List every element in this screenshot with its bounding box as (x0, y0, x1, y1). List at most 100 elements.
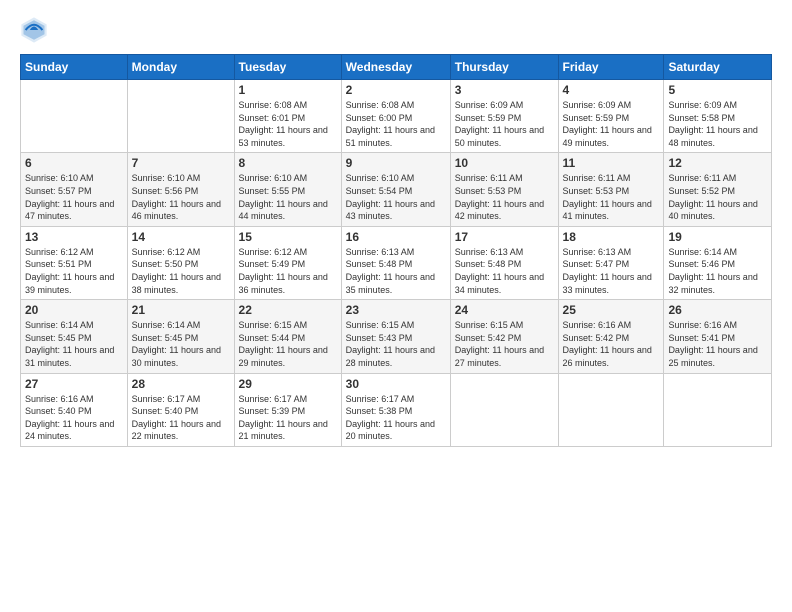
day-cell: 26Sunrise: 6:16 AM Sunset: 5:41 PM Dayli… (664, 300, 772, 373)
day-info: Sunrise: 6:12 AM Sunset: 5:49 PM Dayligh… (239, 246, 337, 296)
day-info: Sunrise: 6:10 AM Sunset: 5:57 PM Dayligh… (25, 172, 123, 222)
day-cell (450, 373, 558, 446)
header (20, 16, 772, 44)
day-info: Sunrise: 6:15 AM Sunset: 5:42 PM Dayligh… (455, 319, 554, 369)
day-info: Sunrise: 6:10 AM Sunset: 5:56 PM Dayligh… (132, 172, 230, 222)
day-number: 10 (455, 156, 554, 170)
day-number: 9 (346, 156, 446, 170)
day-number: 8 (239, 156, 337, 170)
weekday-header-row: SundayMondayTuesdayWednesdayThursdayFrid… (21, 55, 772, 80)
day-cell: 17 Sunrise: 6:13 AM Sunset: 5:48 PM Dayli… (450, 226, 558, 299)
day-cell (664, 373, 772, 446)
weekday-sunday: Sunday (21, 55, 128, 80)
calendar: SundayMondayTuesdayWednesdayThursdayFrid… (20, 54, 772, 447)
weekday-friday: Friday (558, 55, 664, 80)
day-cell: 11 Sunrise: 6:11 AM Sunset: 5:53 PM Dayli… (558, 153, 664, 226)
day-number: 3 (455, 83, 554, 97)
day-number: 28 (132, 377, 230, 391)
day-info: Sunrise: 6:17 AM Sunset: 5:39 PM Dayligh… (239, 393, 337, 443)
day-info: Sunrise: 6:16 AM Sunset: 5:42 PM Dayligh… (563, 319, 660, 369)
day-cell: 20 Sunrise: 6:14 AM Sunset: 5:45 PM Dayli… (21, 300, 128, 373)
week-row-3: 13 Sunrise: 6:12 AM Sunset: 5:51 PM Dayli… (21, 226, 772, 299)
day-info: Sunrise: 6:13 AM Sunset: 5:48 PM Dayligh… (455, 246, 554, 296)
day-info: Sunrise: 6:08 AM Sunset: 6:00 PM Dayligh… (346, 99, 446, 149)
day-info: Sunrise: 6:12 AM Sunset: 5:51 PM Dayligh… (25, 246, 123, 296)
day-cell: 21 Sunrise: 6:14 AM Sunset: 5:45 PM Dayli… (127, 300, 234, 373)
day-number: 19 (668, 230, 767, 244)
day-cell: 6 Sunrise: 6:10 AM Sunset: 5:57 PM Daylig… (21, 153, 128, 226)
weekday-monday: Monday (127, 55, 234, 80)
logo-icon (20, 16, 48, 44)
day-cell (558, 373, 664, 446)
day-number: 23 (346, 303, 446, 317)
day-cell: 12 Sunrise: 6:11 AM Sunset: 5:52 PM Dayli… (664, 153, 772, 226)
week-row-4: 20 Sunrise: 6:14 AM Sunset: 5:45 PM Dayli… (21, 300, 772, 373)
day-cell: 22 Sunrise: 6:15 AM Sunset: 5:44 PM Dayli… (234, 300, 341, 373)
day-cell: 14Sunrise: 6:12 AM Sunset: 5:50 PM Dayli… (127, 226, 234, 299)
day-info: Sunrise: 6:16 AM Sunset: 5:40 PM Dayligh… (25, 393, 123, 443)
logo (20, 16, 52, 44)
day-number: 21 (132, 303, 230, 317)
day-number: 12 (668, 156, 767, 170)
day-info: Sunrise: 6:15 AM Sunset: 5:44 PM Dayligh… (239, 319, 337, 369)
day-number: 24 (455, 303, 554, 317)
day-info: Sunrise: 6:10 AM Sunset: 5:54 PM Dayligh… (346, 172, 446, 222)
day-info: Sunrise: 6:09 AM Sunset: 5:59 PM Dayligh… (563, 99, 660, 149)
week-row-2: 6 Sunrise: 6:10 AM Sunset: 5:57 PM Daylig… (21, 153, 772, 226)
day-info: Sunrise: 6:14 AM Sunset: 5:46 PM Dayligh… (668, 246, 767, 296)
day-cell: 9 Sunrise: 6:10 AM Sunset: 5:54 PM Daylig… (341, 153, 450, 226)
day-cell: 8 Sunrise: 6:10 AM Sunset: 5:55 PM Daylig… (234, 153, 341, 226)
day-number: 30 (346, 377, 446, 391)
day-cell: 15 Sunrise: 6:12 AM Sunset: 5:49 PM Dayli… (234, 226, 341, 299)
day-info: Sunrise: 6:15 AM Sunset: 5:43 PM Dayligh… (346, 319, 446, 369)
day-cell (127, 80, 234, 153)
weekday-saturday: Saturday (664, 55, 772, 80)
day-cell: 27 Sunrise: 6:16 AM Sunset: 5:40 PM Dayli… (21, 373, 128, 446)
day-number: 4 (563, 83, 660, 97)
day-number: 27 (25, 377, 123, 391)
day-cell: 1 Sunrise: 6:08 AM Sunset: 6:01 PM Daylig… (234, 80, 341, 153)
day-number: 18 (563, 230, 660, 244)
day-info: Sunrise: 6:14 AM Sunset: 5:45 PM Dayligh… (132, 319, 230, 369)
day-number: 6 (25, 156, 123, 170)
day-cell: 25 Sunrise: 6:16 AM Sunset: 5:42 PM Dayli… (558, 300, 664, 373)
page: SundayMondayTuesdayWednesdayThursdayFrid… (0, 0, 792, 612)
day-cell: 19 Sunrise: 6:14 AM Sunset: 5:46 PM Dayli… (664, 226, 772, 299)
week-row-1: 1 Sunrise: 6:08 AM Sunset: 6:01 PM Daylig… (21, 80, 772, 153)
day-info: Sunrise: 6:10 AM Sunset: 5:55 PM Dayligh… (239, 172, 337, 222)
day-info: Sunrise: 6:11 AM Sunset: 5:53 PM Dayligh… (563, 172, 660, 222)
day-cell: 4 Sunrise: 6:09 AM Sunset: 5:59 PM Daylig… (558, 80, 664, 153)
day-number: 7 (132, 156, 230, 170)
day-info: Sunrise: 6:11 AM Sunset: 5:53 PM Dayligh… (455, 172, 554, 222)
weekday-thursday: Thursday (450, 55, 558, 80)
weekday-wednesday: Wednesday (341, 55, 450, 80)
day-number: 25 (563, 303, 660, 317)
day-info: Sunrise: 6:08 AM Sunset: 6:01 PM Dayligh… (239, 99, 337, 149)
day-info: Sunrise: 6:14 AM Sunset: 5:45 PM Dayligh… (25, 319, 123, 369)
day-number: 11 (563, 156, 660, 170)
day-number: 15 (239, 230, 337, 244)
day-cell: 10 Sunrise: 6:11 AM Sunset: 5:53 PM Dayli… (450, 153, 558, 226)
day-cell: 28Sunrise: 6:17 AM Sunset: 5:40 PM Dayli… (127, 373, 234, 446)
day-number: 2 (346, 83, 446, 97)
day-number: 16 (346, 230, 446, 244)
day-number: 17 (455, 230, 554, 244)
day-number: 13 (25, 230, 123, 244)
day-number: 5 (668, 83, 767, 97)
week-row-5: 27 Sunrise: 6:16 AM Sunset: 5:40 PM Dayli… (21, 373, 772, 446)
day-info: Sunrise: 6:12 AM Sunset: 5:50 PM Dayligh… (132, 246, 230, 296)
day-cell: 29Sunrise: 6:17 AM Sunset: 5:39 PM Dayli… (234, 373, 341, 446)
day-info: Sunrise: 6:13 AM Sunset: 5:47 PM Dayligh… (563, 246, 660, 296)
day-cell: 5Sunrise: 6:09 AM Sunset: 5:58 PM Daylig… (664, 80, 772, 153)
day-number: 22 (239, 303, 337, 317)
day-number: 1 (239, 83, 337, 97)
day-info: Sunrise: 6:16 AM Sunset: 5:41 PM Dayligh… (668, 319, 767, 369)
day-info: Sunrise: 6:11 AM Sunset: 5:52 PM Dayligh… (668, 172, 767, 222)
day-cell: 2 Sunrise: 6:08 AM Sunset: 6:00 PM Daylig… (341, 80, 450, 153)
day-info: Sunrise: 6:17 AM Sunset: 5:38 PM Dayligh… (346, 393, 446, 443)
day-info: Sunrise: 6:13 AM Sunset: 5:48 PM Dayligh… (346, 246, 446, 296)
day-cell: 16 Sunrise: 6:13 AM Sunset: 5:48 PM Dayli… (341, 226, 450, 299)
day-cell: 3Sunrise: 6:09 AM Sunset: 5:59 PM Daylig… (450, 80, 558, 153)
day-number: 20 (25, 303, 123, 317)
day-cell: 23 Sunrise: 6:15 AM Sunset: 5:43 PM Dayli… (341, 300, 450, 373)
